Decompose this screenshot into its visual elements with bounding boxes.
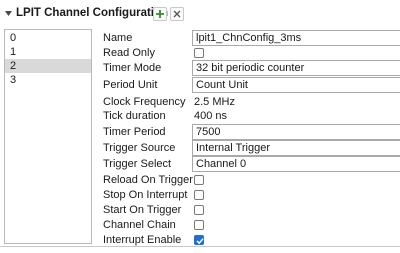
row-tick-duration: Tick duration 400 ns — [98, 109, 400, 123]
tick-duration-value: 400 ns — [194, 110, 228, 122]
interrupt-enable-checkbox[interactable] — [194, 235, 204, 245]
interrupt-enable-label: Interrupt Enable — [103, 234, 182, 246]
triangle-down-icon[interactable] — [4, 9, 13, 18]
row-trigger-select: Trigger Select Channel 0 — [98, 156, 400, 172]
read-only-label: Read Only — [103, 47, 155, 59]
divider — [0, 246, 400, 247]
timer-mode-label: Timer Mode — [103, 62, 162, 74]
add-channel-button[interactable] — [153, 7, 167, 21]
trigger-select-select[interactable]: Channel 0 — [192, 156, 400, 172]
read-only-checkbox[interactable] — [194, 48, 204, 58]
section-title: LPIT Channel Configuration — [16, 7, 169, 19]
row-reload-on-trigger: Reload On Trigger — [98, 173, 400, 187]
stop-on-interrupt-label: Stop On Interrupt — [103, 189, 188, 201]
row-read-only: Read Only — [98, 46, 400, 60]
name-field[interactable]: lpit1_ChnConfig_3ms — [192, 30, 400, 46]
timer-mode-select[interactable]: 32 bit periodic counter — [192, 60, 400, 76]
row-trigger-source: Trigger Source Internal Trigger — [98, 140, 400, 156]
clock-frequency-value: 2.5 MHz — [194, 96, 235, 108]
trigger-select-label: Trigger Select — [103, 158, 172, 170]
channel-list-item-3[interactable]: 3 — [5, 73, 91, 87]
tick-duration-label: Tick duration — [103, 110, 166, 122]
reload-on-trigger-label: Reload On Trigger — [103, 174, 193, 186]
period-unit-label: Period Unit — [103, 79, 158, 91]
period-unit-select[interactable]: Count Unit — [192, 77, 400, 93]
start-on-trigger-checkbox[interactable] — [194, 205, 204, 215]
row-channel-chain: Channel Chain — [98, 218, 400, 232]
row-stop-on-interrupt: Stop On Interrupt — [98, 188, 400, 202]
row-timer-period: Timer Period 7500 — [98, 124, 400, 140]
properties-grid: Name lpit1_ChnConfig_3ms Read Only Timer… — [98, 29, 400, 247]
trigger-source-label: Trigger Source — [103, 142, 176, 154]
channel-chain-label: Channel Chain — [103, 219, 176, 231]
clock-frequency-label: Clock Frequency — [103, 96, 186, 108]
channel-list[interactable]: 0 1 2 3 — [4, 29, 92, 244]
row-start-on-trigger: Start On Trigger — [98, 203, 400, 217]
checkmark-icon — [196, 238, 204, 245]
row-timer-mode: Timer Mode 32 bit periodic counter — [98, 60, 400, 76]
section-header: LPIT Channel Configuration — [0, 0, 400, 28]
reload-on-trigger-checkbox[interactable] — [194, 175, 204, 185]
stop-on-interrupt-checkbox[interactable] — [194, 190, 204, 200]
name-label: Name — [103, 32, 133, 44]
close-icon — [173, 10, 181, 18]
timer-period-field[interactable]: 7500 — [192, 124, 400, 140]
channel-list-item-2[interactable]: 2 — [5, 59, 91, 73]
channel-chain-checkbox[interactable] — [194, 220, 204, 230]
channel-list-item-0[interactable]: 0 — [5, 31, 91, 45]
row-period-unit: Period Unit Count Unit — [98, 77, 400, 93]
plus-icon — [156, 10, 164, 18]
row-clock-frequency: Clock Frequency 2.5 MHz — [98, 95, 400, 109]
remove-channel-button[interactable] — [170, 7, 184, 21]
timer-period-label: Timer Period — [103, 126, 166, 138]
trigger-source-select[interactable]: Internal Trigger — [192, 140, 400, 156]
row-interrupt-enable: Interrupt Enable — [98, 233, 400, 247]
lpit-channel-configuration-panel: LPIT Channel Configuration 0 1 2 3 Name … — [0, 0, 400, 253]
start-on-trigger-label: Start On Trigger — [103, 204, 182, 216]
row-name: Name lpit1_ChnConfig_3ms — [98, 30, 400, 46]
channel-list-item-1[interactable]: 1 — [5, 45, 91, 59]
